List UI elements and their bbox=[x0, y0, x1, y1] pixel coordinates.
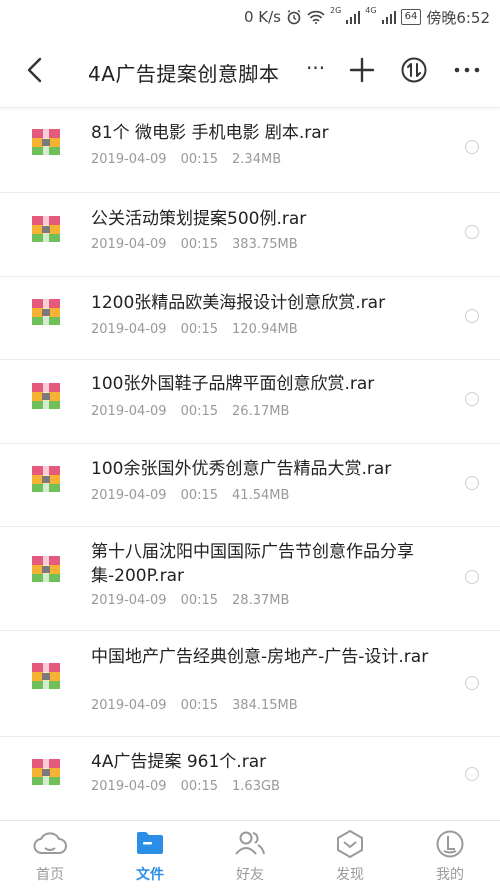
title-overflow: ··· bbox=[306, 56, 326, 80]
status-bar: 0 K/s 2G 4G 64 傍晚6:52 bbox=[0, 0, 500, 34]
archive-file-icon bbox=[32, 129, 60, 155]
folder-icon bbox=[137, 832, 163, 854]
file-name: 81个 微电影 手机电影 剧本.rar bbox=[91, 123, 329, 143]
file-list: 81个 微电影 手机电影 剧本.rar 2019-04-09 00:15 2.34M… bbox=[0, 108, 500, 811]
file-meta: 2019-04-09 00:15 41.54MB bbox=[91, 488, 290, 503]
tab-friends[interactable]: 好友 bbox=[200, 821, 300, 888]
tab-files[interactable]: 文件 bbox=[100, 821, 200, 888]
bottom-tab-bar: 首页 文件 好友 发现 我的 bbox=[0, 820, 500, 888]
archive-file-icon bbox=[32, 556, 60, 582]
file-name: 100张外国鞋子品牌平面创意欣赏.rar bbox=[91, 374, 375, 394]
file-meta: 2019-04-09 00:15 28.37MB bbox=[91, 593, 290, 608]
file-name: 1200张精品欧美海报设计创意欣赏.rar bbox=[91, 293, 386, 313]
cloud-icon bbox=[33, 832, 67, 854]
archive-file-icon bbox=[32, 216, 60, 242]
alarm-icon bbox=[287, 9, 301, 25]
file-name: 公关活动策划提案500例.rar bbox=[91, 209, 307, 229]
file-name: 第十八届沈阳中国国际广告节创意作品分享集-200P.rar bbox=[91, 542, 414, 586]
file-row[interactable]: 81个 微电影 手机电影 剧本.rar 2019-04-09 00:15 2.34M… bbox=[0, 108, 500, 193]
wifi-icon bbox=[307, 10, 325, 24]
select-radio[interactable] bbox=[465, 476, 479, 490]
file-name: 4A广告提案 961个.rar bbox=[91, 752, 267, 772]
file-meta: 2019-04-09 00:15 384.15MB bbox=[91, 698, 298, 713]
select-radio[interactable] bbox=[465, 225, 479, 239]
network-type-label: 2G bbox=[329, 6, 342, 15]
tab-home[interactable]: 首页 bbox=[0, 821, 100, 888]
file-row[interactable]: 公关活动策划提案500例.rar 2019-04-09 00:15 383.75MB bbox=[0, 193, 500, 277]
file-name: 100余张国外优秀创意广告精品大赏.rar bbox=[91, 459, 392, 479]
add-icon[interactable] bbox=[348, 56, 376, 84]
file-row[interactable]: 1200张精品欧美海报设计创意欣赏.rar 2019-04-09 00:15 120… bbox=[0, 277, 500, 360]
archive-file-icon bbox=[32, 663, 60, 689]
network-type-label-2: 4G bbox=[365, 6, 377, 15]
archive-file-icon bbox=[32, 466, 60, 492]
status-time: 傍晚6:52 bbox=[426, 8, 490, 27]
file-row[interactable]: 100张外国鞋子品牌平面创意欣赏.rar 2019-04-09 00:15 26.1… bbox=[0, 360, 500, 444]
select-radio[interactable] bbox=[465, 570, 479, 584]
more-icon[interactable] bbox=[452, 56, 482, 84]
discover-icon bbox=[337, 829, 363, 859]
select-radio[interactable] bbox=[465, 309, 479, 323]
file-meta: 2019-04-09 00:15 120.94MB bbox=[91, 322, 298, 337]
file-row[interactable]: 中国地产广告经典创意-房地产-广告-设计.rar 2019-04-09 00:15… bbox=[0, 631, 500, 737]
page-title: 4A广告提案创意脚本 bbox=[88, 62, 280, 86]
tab-discover[interactable]: 发现 bbox=[300, 821, 400, 888]
friends-icon bbox=[235, 831, 265, 855]
archive-file-icon bbox=[32, 299, 60, 325]
status-indicators: 0 K/s 2G 4G 64 傍晚6:52 bbox=[244, 6, 490, 28]
tab-me[interactable]: 我的 bbox=[400, 821, 500, 888]
file-meta: 2019-04-09 00:15 383.75MB bbox=[91, 237, 298, 252]
file-name: 中国地产广告经典创意-房地产-广告-设计.rar bbox=[91, 647, 429, 667]
file-row[interactable]: 4A广告提案 961个.rar 2019-04-09 00:15 1.63GB bbox=[0, 737, 500, 811]
top-bar: 4A广告提案创意脚本 ··· bbox=[0, 34, 500, 108]
select-radio[interactable] bbox=[465, 392, 479, 406]
back-arrow-icon[interactable] bbox=[22, 56, 50, 84]
select-radio[interactable] bbox=[465, 140, 479, 154]
file-row[interactable]: 100余张国外优秀创意广告精品大赏.rar 2019-04-09 00:15 41.… bbox=[0, 444, 500, 527]
signal-icon bbox=[346, 11, 361, 24]
archive-file-icon bbox=[32, 383, 60, 409]
profile-icon bbox=[436, 830, 464, 858]
select-radio[interactable] bbox=[465, 676, 479, 690]
sort-icon[interactable] bbox=[400, 56, 428, 84]
select-radio[interactable] bbox=[465, 767, 479, 781]
file-meta: 2019-04-09 00:15 1.63GB bbox=[91, 779, 280, 794]
archive-file-icon bbox=[32, 759, 60, 785]
signal-icon-2 bbox=[381, 11, 396, 24]
file-row[interactable]: 第十八届沈阳中国国际广告节创意作品分享集-200P.rar 2019-04-09… bbox=[0, 527, 500, 631]
network-speed: 0 K/s bbox=[243, 8, 281, 26]
battery-indicator: 64 bbox=[400, 9, 422, 25]
file-meta: 2019-04-09 00:15 26.17MB bbox=[91, 404, 290, 419]
file-meta: 2019-04-09 00:15 2.34MB bbox=[91, 152, 282, 167]
